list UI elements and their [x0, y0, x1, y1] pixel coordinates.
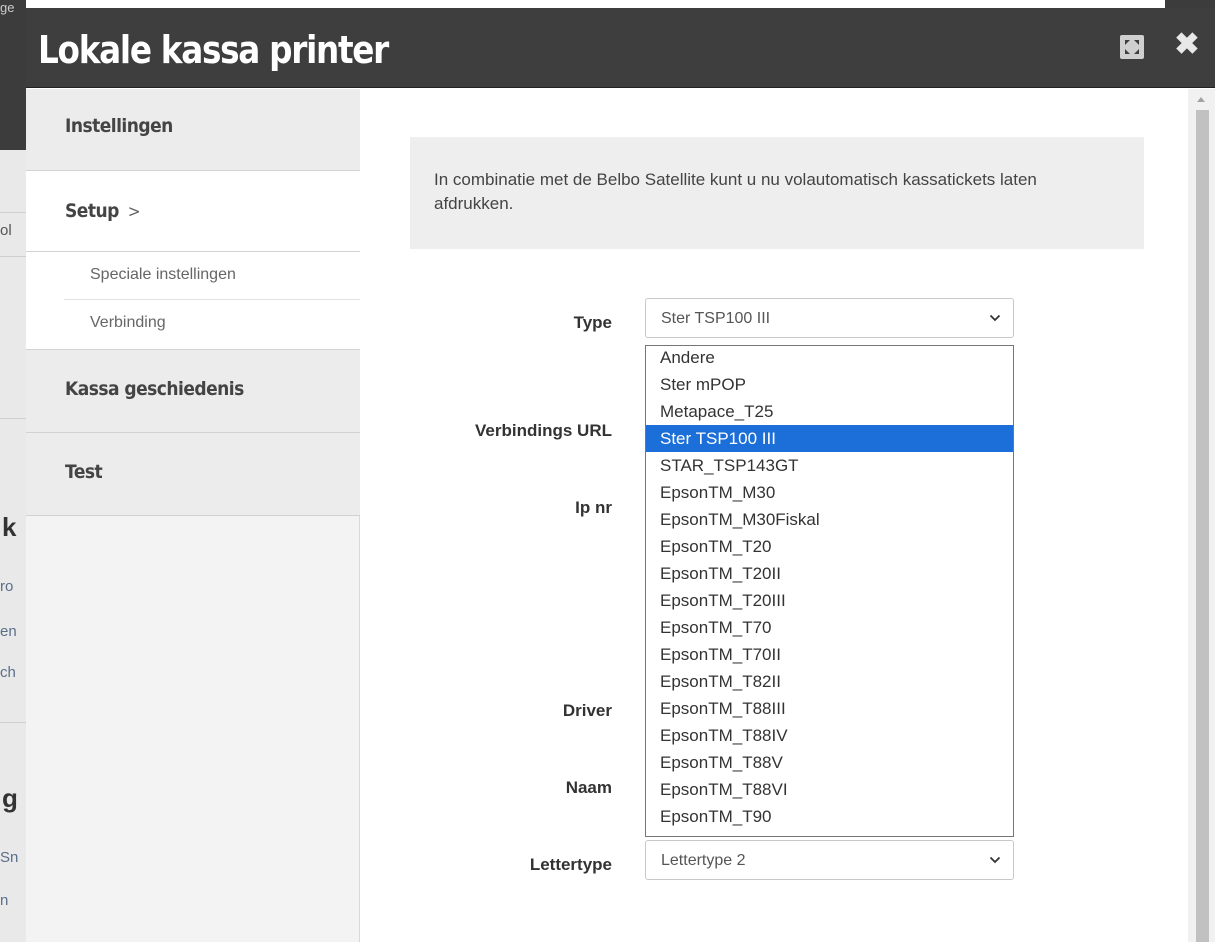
scrollbar[interactable] — [1188, 89, 1215, 942]
background-link: en — [0, 623, 17, 640]
driver-label: Driver — [562, 701, 612, 720]
form-labels: Type Verbindings URL Ip nr Driver Naam L… — [410, 8, 612, 942]
type-dropdown-list: Andere Ster mPOP Metapace_T25 Ster TSP10… — [645, 345, 1014, 837]
dropdown-option[interactable]: EpsonTM_M30Fiskal — [646, 506, 1013, 533]
background-top — [26, 0, 1215, 8]
sidebar-item-label: Kassa geschiedenis — [65, 378, 244, 400]
background-text: ge — [0, 0, 15, 15]
maximize-icon — [1125, 40, 1139, 54]
maximize-button[interactable] — [1120, 35, 1144, 59]
type-select-value: Ster TSP100 III — [661, 310, 771, 327]
background-divider — [0, 418, 26, 419]
dropdown-option[interactable]: EpsonTM_T20II — [646, 560, 1013, 587]
sidebar-subitem-label: Verbinding — [90, 314, 166, 331]
background-divider — [0, 722, 26, 723]
background-heading: g — [2, 783, 18, 813]
dropdown-option[interactable]: Andere — [646, 344, 1013, 371]
sidebar: Instellingen Setup > Speciale instellinge… — [26, 89, 360, 942]
background-divider — [0, 212, 26, 213]
chevron-down-icon — [989, 314, 1001, 322]
sidebar-item-label: Setup — [65, 200, 119, 222]
close-button[interactable]: ✖ — [1172, 28, 1202, 62]
dropdown-option[interactable]: EpsonTM_T90 — [646, 803, 1013, 830]
background-header — [0, 0, 26, 150]
dropdown-option[interactable]: EpsonTM_T88VI — [646, 776, 1013, 803]
sidebar-item-setup[interactable]: Setup > — [26, 171, 360, 252]
dropdown-option[interactable]: EpsonTM_T82II — [646, 668, 1013, 695]
close-icon: ✖ — [1174, 28, 1200, 61]
verbindings-url-label: Verbindings URL — [475, 421, 612, 440]
background-top-dark — [1165, 0, 1215, 8]
sidebar-item-label: Test — [65, 461, 103, 483]
ip-label: Ip nr — [575, 498, 612, 517]
sidebar-item-label: Instellingen — [65, 115, 173, 137]
dropdown-option[interactable]: EpsonTM_T70II — [646, 641, 1013, 668]
background-link: ro — [0, 578, 14, 595]
naam-label: Naam — [565, 778, 612, 797]
background-heading: k — [2, 512, 17, 542]
sidebar-subitem-verbinding[interactable]: Verbinding — [64, 300, 360, 348]
background-link: Sn — [0, 849, 19, 866]
chevron-right-icon: > — [127, 202, 141, 222]
dropdown-option[interactable]: EpsonTM_T88IV — [646, 722, 1013, 749]
dropdown-option[interactable]: EpsonTM_T70 — [646, 614, 1013, 641]
dropdown-option[interactable]: Ster mPOP — [646, 371, 1013, 398]
dropdown-option[interactable]: EpsonTM_T88III — [646, 695, 1013, 722]
background-text: ol — [0, 222, 12, 239]
scrollbar-thumb[interactable] — [1196, 110, 1209, 942]
dropdown-option[interactable]: EpsonTM_T88V — [646, 749, 1013, 776]
dropdown-option[interactable]: EpsonTM_T20 — [646, 533, 1013, 560]
chevron-down-icon — [989, 856, 1001, 864]
lettertype-label: Lettertype — [529, 855, 612, 874]
type-label: Type — [573, 313, 612, 332]
dropdown-option[interactable]: STAR_TSP143GT — [646, 452, 1013, 479]
background-link: n — [0, 892, 9, 909]
sidebar-subitem-label: Speciale instellingen — [90, 266, 236, 283]
dropdown-option[interactable]: Metapace_T25 — [646, 398, 1013, 425]
sidebar-item-kassa-geschiedenis[interactable]: Kassa geschiedenis — [26, 349, 360, 433]
sidebar-item-test[interactable]: Test — [26, 433, 360, 516]
dropdown-option[interactable]: EpsonTM_M30 — [646, 479, 1013, 506]
printer-dialog: Lokale kassa printer ✖ Instellingen Setu… — [26, 8, 1215, 942]
lettertype-select[interactable]: Lettertype 2 — [645, 840, 1014, 880]
dialog-titlebar: Lokale kassa printer ✖ — [26, 8, 1215, 88]
dropdown-option[interactable]: EpsonTM_T20III — [646, 587, 1013, 614]
background-divider — [0, 256, 26, 257]
background-link: ch — [0, 664, 16, 681]
scroll-up-arrow-icon[interactable] — [1197, 97, 1205, 102]
sidebar-item-instellingen[interactable]: Instellingen — [26, 89, 360, 171]
sidebar-subitem-speciale-instellingen[interactable]: Speciale instellingen — [64, 252, 360, 300]
dialog-title: Lokale kassa printer — [38, 28, 389, 72]
background-page: ge ol k ro en ch g Sn n — [0, 0, 26, 942]
dropdown-option-selected[interactable]: Ster TSP100 III — [646, 425, 1013, 452]
lettertype-select-value: Lettertype 2 — [661, 852, 746, 869]
type-select[interactable]: Ster TSP100 III — [645, 298, 1014, 338]
